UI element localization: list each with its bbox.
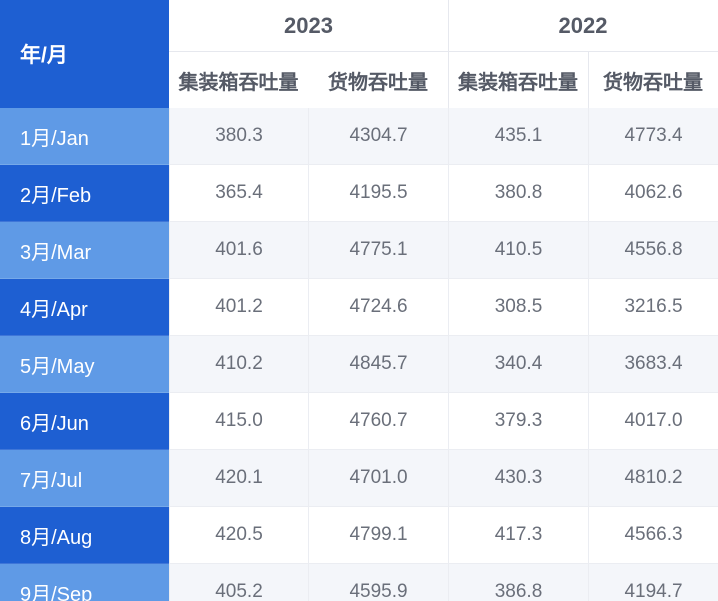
cargo-2023-header: 货物吞吐量	[308, 52, 448, 108]
month-cell: 5月/May	[0, 336, 169, 393]
throughput-table: 年/月 2023 2022 集装箱吞吐量 货物吞吐量 集装箱吞吐量 货物吞吐量 …	[0, 0, 718, 601]
container-2023-cell: 405.2	[169, 564, 308, 601]
month-cell: 2月/Feb	[0, 165, 169, 222]
container-2022-header: 集装箱吞吐量	[448, 52, 588, 108]
cargo-2022-cell: 3216.5	[588, 279, 718, 336]
container-2022-cell: 308.5	[448, 279, 588, 336]
container-2022-cell: 386.8	[448, 564, 588, 601]
cargo-2022-cell: 4773.4	[588, 108, 718, 165]
table-row: 2月/Feb 365.4 4195.5 380.8 4062.6	[0, 165, 718, 222]
month-cell: 3月/Mar	[0, 222, 169, 279]
table-row: 5月/May 410.2 4845.7 340.4 3683.4	[0, 336, 718, 393]
month-cell: 8月/Aug	[0, 507, 169, 564]
container-2022-cell: 379.3	[448, 393, 588, 450]
cargo-2023-cell: 4304.7	[308, 108, 448, 165]
table-row: 7月/Jul 420.1 4701.0 430.3 4810.2	[0, 450, 718, 507]
cargo-2022-cell: 4017.0	[588, 393, 718, 450]
month-cell: 4月/Apr	[0, 279, 169, 336]
subheader-divider	[588, 52, 589, 108]
cargo-2022-header: 货物吞吐量	[588, 52, 718, 108]
container-2022-cell: 430.3	[448, 450, 588, 507]
cargo-2023-cell: 4845.7	[308, 336, 448, 393]
container-2023-cell: 420.5	[169, 507, 308, 564]
month-cell: 1月/Jan	[0, 108, 169, 165]
container-2022-cell: 410.5	[448, 222, 588, 279]
cargo-2023-cell: 4775.1	[308, 222, 448, 279]
month-column-header: 年/月	[0, 0, 169, 108]
table-row: 6月/Jun 415.0 4760.7 379.3 4017.0	[0, 393, 718, 450]
container-2023-cell: 380.3	[169, 108, 308, 165]
year-2023-header: 2023	[169, 0, 448, 52]
cargo-2022-cell: 4062.6	[588, 165, 718, 222]
cargo-2023-cell: 4724.6	[308, 279, 448, 336]
cargo-2023-cell: 4195.5	[308, 165, 448, 222]
cargo-2022-cell: 4810.2	[588, 450, 718, 507]
cargo-2022-cell: 4194.7	[588, 564, 718, 601]
container-2023-header: 集装箱吞吐量	[169, 52, 308, 108]
month-cell: 7月/Jul	[0, 450, 169, 507]
container-2023-cell: 401.2	[169, 279, 308, 336]
table-row: 8月/Aug 420.5 4799.1 417.3 4566.3	[0, 507, 718, 564]
container-2022-cell: 380.8	[448, 165, 588, 222]
container-2022-cell: 417.3	[448, 507, 588, 564]
cargo-2023-cell: 4799.1	[308, 507, 448, 564]
table-row: 9月/Sep 405.2 4595.9 386.8 4194.7	[0, 564, 718, 601]
container-2023-cell: 401.6	[169, 222, 308, 279]
cargo-2022-cell: 4556.8	[588, 222, 718, 279]
container-2023-cell: 410.2	[169, 336, 308, 393]
container-2023-cell: 420.1	[169, 450, 308, 507]
cargo-2023-cell: 4701.0	[308, 450, 448, 507]
container-2023-cell: 415.0	[169, 393, 308, 450]
table-row: 3月/Mar 401.6 4775.1 410.5 4556.8	[0, 222, 718, 279]
cargo-2022-cell: 4566.3	[588, 507, 718, 564]
table-row: 4月/Apr 401.2 4724.6 308.5 3216.5	[0, 279, 718, 336]
cargo-2023-cell: 4595.9	[308, 564, 448, 601]
cargo-2023-cell: 4760.7	[308, 393, 448, 450]
container-2022-cell: 435.1	[448, 108, 588, 165]
year-2022-header: 2022	[448, 0, 718, 52]
cargo-2022-cell: 3683.4	[588, 336, 718, 393]
month-cell: 6月/Jun	[0, 393, 169, 450]
table-row: 1月/Jan 380.3 4304.7 435.1 4773.4	[0, 108, 718, 165]
month-cell: 9月/Sep	[0, 564, 169, 601]
year-divider	[448, 0, 449, 108]
container-2022-cell: 340.4	[448, 336, 588, 393]
container-2023-cell: 365.4	[169, 165, 308, 222]
